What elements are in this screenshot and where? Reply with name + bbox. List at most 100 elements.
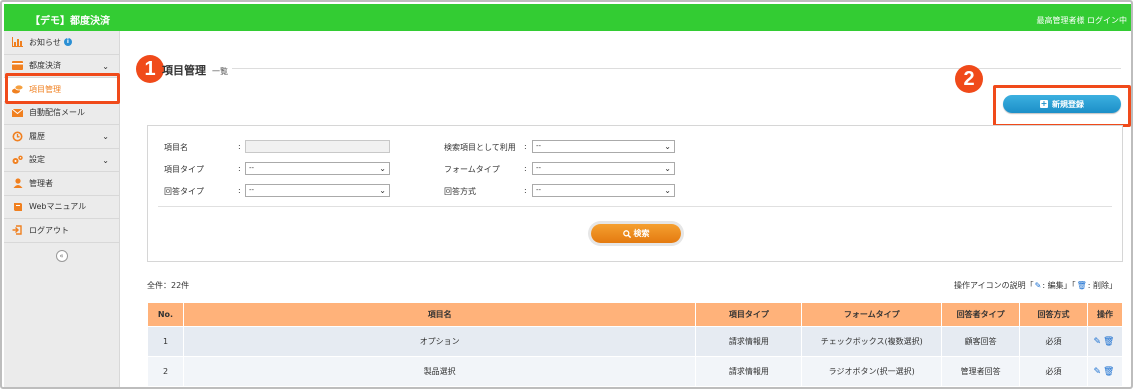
answer-method-label: 回答方式 [444, 187, 476, 196]
new-registration-label: 新規登録 [1052, 99, 1084, 109]
search-panel: 項目名 : 検索項目として利用 : -- ⌄ 項目タイプ : -- ⌄ フォーム… [147, 125, 1123, 262]
trash-icon[interactable]: 🗑 [1103, 337, 1116, 347]
app-window: 【デモ】都度決済 最高管理者様 ログイン中 お知らせ i 都度決済 ⌄ 項目管理 [0, 0, 1133, 389]
column-header-operation: 操作 [1086, 302, 1124, 327]
chevron-down-icon: ⌄ [102, 61, 109, 71]
colon: : [524, 142, 527, 151]
collapse-sidebar-button[interactable]: « [55, 249, 68, 262]
cell-name: オプション [182, 326, 697, 357]
item-type-select[interactable]: -- ⌄ [245, 162, 390, 175]
cell-method: 必須 [1019, 356, 1088, 387]
cell-method: 必須 [1019, 326, 1088, 357]
answer-method-value: -- [536, 186, 542, 194]
page-title-row: 項目管理 一覧 [162, 62, 228, 78]
search-button-label: 検索 [633, 229, 650, 238]
item-type-value: -- [249, 164, 255, 172]
sidebar-item-label: 管理者 [29, 178, 53, 188]
chevron-down-icon: ⌄ [102, 132, 109, 141]
envelope-icon [12, 107, 23, 118]
search-divider [158, 206, 1112, 207]
item-name-input[interactable] [245, 140, 390, 153]
colon: : [238, 142, 241, 151]
trash-icon[interactable]: 🗑 [1103, 367, 1116, 377]
legend-edit: : 編集」「 [1042, 281, 1076, 290]
column-header-form-type: フォームタイプ [801, 302, 943, 327]
gears-icon [12, 154, 23, 165]
page-subtitle: 一覧 [212, 67, 228, 76]
sidebar-item-notice[interactable]: お知らせ i [4, 31, 119, 55]
chevron-down-icon: ⌄ [379, 186, 386, 195]
sidebar-item-settings[interactable]: 設定 ⌄ [4, 149, 119, 172]
sidebar-item-manual[interactable]: Webマニュアル [4, 196, 119, 219]
annotation-marker-1: 1 [136, 55, 164, 83]
sidebar-item-auto-mail[interactable]: 自動配信メール [4, 102, 119, 125]
cell-operation: ✎🗑 [1086, 356, 1124, 387]
column-header-method: 回答方式 [1019, 302, 1088, 327]
answer-method-select[interactable]: -- ⌄ [532, 184, 675, 197]
bar-chart-icon [12, 37, 23, 48]
table-row: 1 オプション 請求情報用 チェックボックス(複数選択) 顧客回答 必須 ✎🗑 [147, 326, 1124, 357]
table-header-row: No. 項目名 項目タイプ フォームタイプ 回答者タイプ 回答方式 操作 [147, 302, 1124, 327]
item-type-label: 項目タイプ [164, 165, 204, 174]
cell-item-type: 請求情報用 [695, 356, 803, 387]
sidebar-item-logout[interactable]: ログアウト [4, 219, 119, 243]
chevron-down-icon: ⌄ [664, 164, 671, 173]
cell-name: 製品選択 [182, 356, 697, 387]
cell-form-type: チェックボックス(複数選択) [801, 326, 943, 357]
credit-card-icon [12, 60, 23, 71]
sidebar-item-history[interactable]: 履歴 ⌄ [4, 125, 119, 149]
colon: : [238, 164, 241, 173]
chevron-down-icon: ⌄ [102, 155, 109, 165]
page-title: 項目管理 [162, 64, 206, 77]
cell-answer-type: 顧客回答 [941, 326, 1021, 357]
sidebar-collapse-row: « [4, 243, 119, 269]
cell-operation: ✎🗑 [1086, 326, 1124, 357]
sidebar-item-label: 履歴 [29, 131, 45, 141]
answer-type-label: 回答タイプ [164, 187, 204, 196]
form-type-select[interactable]: -- ⌄ [532, 162, 675, 175]
cell-item-type: 請求情報用 [695, 326, 803, 357]
answer-type-value: -- [249, 186, 255, 194]
book-icon [12, 201, 23, 212]
sidebar-item-label: 設定 [29, 155, 45, 165]
column-header-answer-type: 回答者タイプ [941, 302, 1021, 327]
edit-icon[interactable]: ✎ [1094, 367, 1104, 377]
column-header-name: 項目名 [182, 302, 697, 327]
table-row: 2 製品選択 請求情報用 ラジオボタン(択一選択) 管理者回答 必須 ✎🗑 [147, 356, 1124, 387]
item-table: No. 項目名 項目タイプ フォームタイプ 回答者タイプ 回答方式 操作 1 オ… [147, 302, 1124, 387]
sidebar-item-label: 都度決済 [29, 61, 61, 71]
sidebar-item-admin[interactable]: 管理者 [4, 172, 119, 196]
colon: : [524, 164, 527, 173]
sidebar-item-label: Webマニュアル [29, 202, 87, 212]
legend-prefix: 操作アイコンの説明「 [954, 281, 1034, 290]
sidebar-item-label: 自動配信メール [29, 108, 85, 118]
column-header-item-type: 項目タイプ [695, 302, 803, 327]
edit-icon[interactable]: ✎ [1094, 337, 1104, 347]
use-as-search-label: 検索項目として利用 [444, 143, 516, 152]
login-status: 最高管理者様 ログイン中 [1036, 16, 1127, 25]
history-icon [12, 131, 23, 142]
cell-no: 1 [147, 326, 184, 357]
search-button[interactable]: 検索 [591, 224, 681, 243]
search-icon [622, 229, 631, 238]
form-type-label: フォームタイプ [444, 165, 500, 174]
legend-delete: : 削除」 [1087, 281, 1117, 290]
colon: : [238, 186, 241, 195]
trash-icon: 🗑 [1076, 281, 1087, 290]
form-type-value: -- [536, 164, 542, 172]
user-icon [12, 178, 23, 189]
use-as-search-select[interactable]: -- ⌄ [532, 140, 675, 153]
total-count: 全件：22件 [147, 281, 190, 290]
operation-icon-legend: 操作アイコンの説明「 ✎ : 編集」「 🗑 : 削除」 [954, 280, 1117, 291]
cell-form-type: ラジオボタン(択一選択) [801, 356, 943, 387]
plus-square-icon: + [1040, 99, 1048, 108]
answer-type-select[interactable]: -- ⌄ [245, 184, 390, 197]
app-title[interactable]: 【デモ】都度決済 [30, 12, 110, 27]
chevron-down-icon: ⌄ [664, 186, 671, 195]
chevron-down-icon: ⌄ [379, 164, 386, 173]
new-registration-button[interactable]: + 新規登録 [1003, 95, 1121, 113]
use-as-search-value: -- [536, 142, 542, 150]
cell-answer-type: 管理者回答 [941, 356, 1021, 387]
edit-icon: ✎ [1034, 281, 1042, 290]
annotation-highlight-sidebar [5, 73, 120, 104]
